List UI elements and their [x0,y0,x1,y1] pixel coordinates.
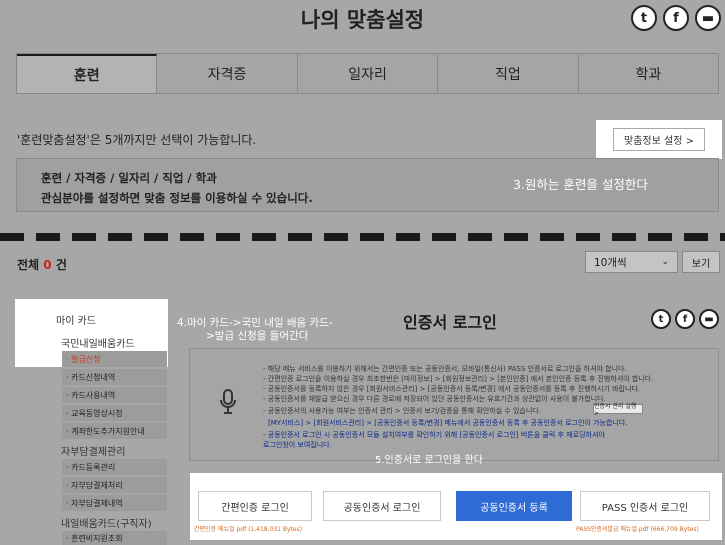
category-tabs: 훈련 자격증 일자리 직업 학과 [16,53,719,94]
total-suffix: 건 [55,258,67,272]
simple-auth-login-button[interactable]: 간편인증 로그인 [198,491,312,521]
sidebar-item-video[interactable]: · 교육동영상시청 [62,405,167,421]
guide-line: 로그인창이 보여집니다. [263,441,332,449]
cert-social-share: t f ▬ [651,309,719,329]
sidebar-item-self-pay-history[interactable]: · 자부담결제내역 [62,495,167,511]
facebook-icon[interactable]: f [675,309,695,329]
tab-training[interactable]: 훈련 [17,54,158,93]
sidebar-self-pay[interactable]: 자부담결제관리 [61,443,125,458]
guide-line: - 해당 메뉴 서비스를 이용하기 위해서는 간편인증 또는 공동인증서, 모바… [263,365,627,373]
sidebar-item-card-register[interactable]: · 카드등록관리 [62,459,167,475]
tab-occupation[interactable]: 직업 [438,54,579,93]
total-label: 전체 [17,258,40,272]
annotation-step3: 3.원하는 훈련을 설정한다 [513,177,648,192]
sidebar-jobseeker-card[interactable]: 내일배움카드(구직자) [61,515,152,530]
guide-line: - 공동인증서의 사용가능 여부는 인증서 관리 > 인증서 보기/검증을 통해… [263,407,541,415]
info-categories: 훈련 / 자격증 / 일자리 / 직업 / 학과 [41,171,217,185]
guide-line: - 공동인증서를 등록하지 않은 경우 [회원서비스관리] > [공동인증서 등… [263,385,641,393]
selection-notice: '훈련맞춤설정'은 5개까지만 선택이 가능합니다. [17,133,257,147]
pref-button-area: 맞춤정보 설정 > [596,120,722,159]
pass-cert-login-button[interactable]: PASS 인증서 로그인 [580,491,710,521]
total-count: 전체 0 건 [17,256,67,273]
cert-manage-button[interactable]: 인증서 관리 실행 > [593,403,643,417]
page-title: 나의 맞춤설정 [300,8,425,32]
guide-line: - 공동인증서를 재발급 받으신 경우 다른 경로에 저장되어 있던 공동인증서… [263,395,606,403]
per-page-select[interactable]: 10개씩 ⌄ [585,251,678,273]
pass-manual-link[interactable]: PASS인증서발급 매뉴얼.pdf (666,709 Bytes) [576,524,699,533]
info-description: 관심분야를 설정하면 맞춤 정보를 이용하실 수 있습니다. [41,191,313,205]
chat-icon[interactable]: ▬ [695,5,721,31]
tab-certificate[interactable]: 자격증 [157,54,298,93]
twitter-icon[interactable]: t [631,5,657,31]
joint-cert-register-button[interactable]: 공동인증서 등록 [456,491,572,521]
social-share: t f ▬ [631,5,721,31]
sidebar-item-training-support[interactable]: · 훈련비지원조회 [62,531,167,545]
sidebar-item-card-history[interactable]: · 카드신청내역 [62,369,167,385]
sidebar-item-usage-history[interactable]: · 카드사용내역 [62,387,167,403]
dashed-divider [0,233,725,241]
chevron-down-icon: ⌄ [661,257,669,267]
cert-login-title: 인증서 로그인 [403,313,497,332]
annotation-step5: 5.인증서로 로그인을 한다 [375,455,483,466]
custom-info-settings-button[interactable]: 맞춤정보 설정 > [613,128,705,151]
sidebar-national-card[interactable]: 국민내일배움카드 [61,335,135,350]
annotation-step4-line2: >발급 신청을 들어간다 [206,330,309,342]
total-count-value: 0 [43,258,52,272]
sidebar-item-apply[interactable]: · 발급신청 [62,351,167,367]
sidebar-item-limit[interactable]: · 계좌한도추가지원안내 [62,423,167,439]
microphone-icon [218,388,238,422]
simple-auth-manual-link[interactable]: 간편인증 메뉴얼.pdf (1,418,031 Bytes) [194,524,302,533]
tab-major[interactable]: 학과 [579,54,718,93]
sidebar-item-self-pay-process[interactable]: · 자부담결제처리 [62,477,167,493]
chat-icon[interactable]: ▬ [699,309,719,329]
tab-jobs[interactable]: 일자리 [298,54,439,93]
per-page-value: 10개씩 [594,256,627,269]
guide-line: - 공동인증서 로그인 시 공동인증서 모듈 설치여부를 확인하기 위해 [공동… [263,431,605,439]
joint-cert-login-button[interactable]: 공동인증서 로그인 [323,491,441,521]
guide-line: - 간편인증 로그인을 이용하실 경우 최초한번은 [마이정보] > [회원정보… [263,375,654,383]
twitter-icon[interactable]: t [651,309,671,329]
facebook-icon[interactable]: f [663,5,689,31]
guide-line: [MY서비스] > [회원서비스관리] > [공동인증서 등록/변경] 메뉴에서… [268,419,628,427]
sidebar-my-card[interactable]: 마이 카드 [56,312,96,327]
view-button[interactable]: 보기 [682,251,720,273]
